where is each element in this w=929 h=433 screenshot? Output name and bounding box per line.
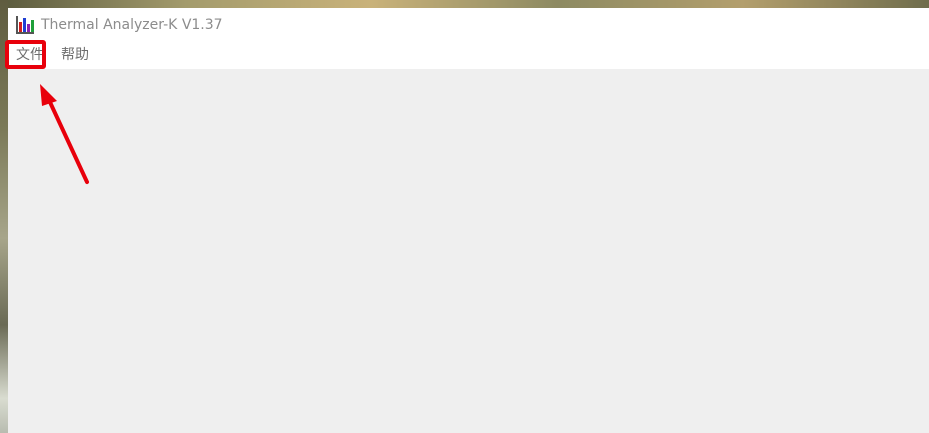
- title-bar[interactable]: Thermal Analyzer-K V1.37: [8, 8, 929, 42]
- main-content-area: [8, 69, 929, 433]
- annotation-highlight-box: [5, 40, 46, 69]
- window-title: Thermal Analyzer-K V1.37: [41, 17, 223, 33]
- app-window: Thermal Analyzer-K V1.37 文件 帮助: [8, 8, 929, 433]
- menu-bar: 文件 帮助: [8, 42, 929, 69]
- menu-help[interactable]: 帮助: [61, 42, 89, 69]
- bar-chart-app-icon: [16, 16, 34, 34]
- desktop-wallpaper-top: [0, 0, 929, 8]
